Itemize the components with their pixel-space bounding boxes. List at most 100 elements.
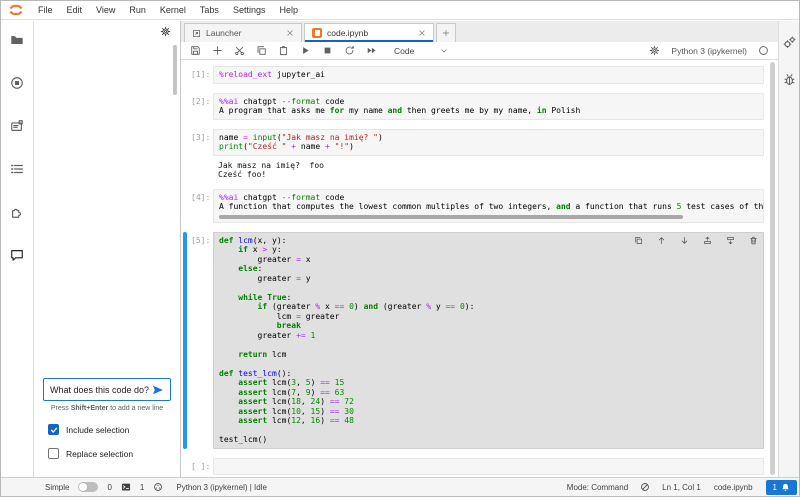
cell-collapser <box>183 458 187 476</box>
cut-cells-button[interactable] <box>234 45 245 56</box>
insert-below-icon[interactable] <box>726 236 735 245</box>
cell-editor[interactable]: %%ai chatgpt --format code A function tha… <box>213 188 764 223</box>
notebook-settings-gear-icon[interactable] <box>649 45 660 56</box>
copy-cells-button[interactable] <box>256 45 267 56</box>
cell-type-value: Code <box>394 45 415 56</box>
chat-panel-scrollbar[interactable] <box>173 45 177 95</box>
cell-editor[interactable]: %%ai chatgpt --format code A program that… <box>213 92 764 120</box>
chat-input-value: What does this code do? <box>50 384 150 395</box>
cell-collapser <box>183 66 187 84</box>
cell-collapser <box>183 189 187 223</box>
trust-icon <box>640 482 650 492</box>
menu-view[interactable]: View <box>89 1 122 19</box>
cell-editor[interactable] <box>213 457 764 475</box>
new-tab-button[interactable] <box>436 23 456 42</box>
chat-option-label: Include selection <box>66 424 130 435</box>
property-inspector-icon[interactable] <box>783 36 796 49</box>
kernel-status-text[interactable]: Python 3 (ipykernel) | Idle <box>176 483 267 492</box>
sidebar-item-file-browser[interactable] <box>1 31 33 49</box>
save-button[interactable] <box>190 45 201 56</box>
tab-label: Launcher <box>206 28 242 38</box>
menu-settings[interactable]: Settings <box>226 1 273 19</box>
kernel-status-icon[interactable] <box>758 45 769 56</box>
right-sidebar <box>778 21 799 477</box>
tab-code-ipynb[interactable]: code.ipynb <box>304 23 434 42</box>
cell-prompt: [5]: <box>191 235 211 245</box>
chat-option-include-selection[interactable]: Include selection <box>48 424 171 435</box>
stop-circle-icon <box>10 76 24 90</box>
cell-collapser <box>183 231 187 449</box>
notebook-cell: [ ]: <box>183 457 764 476</box>
cell-editor[interactable]: %reload_ext jupyter_ai <box>213 66 764 84</box>
puzzle-icon <box>10 205 24 219</box>
main-dock: Launcher code.ipynb Code Python 3 (ipyker… <box>181 21 778 477</box>
chat-input[interactable]: What does this code do? <box>43 378 171 401</box>
activity-bar <box>1 21 34 477</box>
cell-prompt: [2]: <box>191 96 211 106</box>
notifications-badge[interactable]: 1 <box>765 479 797 495</box>
add-icon <box>442 29 450 37</box>
menu-kernel[interactable]: Kernel <box>153 1 193 19</box>
cell-editor[interactable]: name = input("Jak masz na imię? ") print(… <box>213 128 764 156</box>
move-down-icon[interactable] <box>680 236 689 245</box>
chat-option-replace-selection[interactable]: Replace selection <box>48 448 171 459</box>
sidebar-item-table-of-contents[interactable] <box>1 160 33 178</box>
menu-help[interactable]: Help <box>272 1 305 19</box>
chat-hint: Press Shift+Enter to add a new line <box>50 405 164 412</box>
move-up-icon[interactable] <box>657 236 666 245</box>
restart-kernel-button[interactable] <box>344 45 355 56</box>
duplicate-icon[interactable] <box>634 236 643 245</box>
sidebar-item-ai-chat[interactable] <box>1 246 33 264</box>
paste-cells-button[interactable] <box>278 45 289 56</box>
cell-type-dropdown[interactable]: Code <box>394 46 448 56</box>
chat-settings-gear-icon[interactable] <box>160 26 171 37</box>
checkbox-unchecked-icon[interactable] <box>48 448 59 459</box>
cell-prompt: [ ]: <box>191 461 211 471</box>
cursor-position[interactable]: Ln 1, Col 1 <box>662 483 701 492</box>
restart-run-all-button[interactable] <box>366 45 377 56</box>
close-icon[interactable] <box>418 29 426 37</box>
cell-editor[interactable]: def lcm(x, y): if x > y: greater = x els… <box>213 231 764 449</box>
notebook-cell: [5]: def lcm(x, y): if x > y: greater = x… <box>183 231 764 449</box>
simple-mode-label: Simple <box>45 482 70 492</box>
tab-launcher[interactable]: Launcher <box>184 23 302 42</box>
simple-mode-toggle[interactable] <box>78 482 99 492</box>
menu-file[interactable]: File <box>31 1 60 19</box>
cell-hscrollbar[interactable] <box>219 214 683 219</box>
notebook-cell: [3]: name = input("Jak masz na imię? ") pr… <box>183 128 764 180</box>
kernel-name[interactable]: Python 3 (ipykernel) <box>671 46 747 56</box>
kernel-icon[interactable] <box>153 482 163 492</box>
sidebar-item-extension-manager[interactable] <box>1 203 33 221</box>
notebook-cell: [2]: %%ai chatgpt --format code A program … <box>183 92 764 120</box>
tab-label: code.ipynb <box>327 28 369 38</box>
interrupt-kernel-button[interactable] <box>322 45 333 56</box>
insert-cell-button[interactable] <box>212 45 223 56</box>
debugger-icon[interactable] <box>783 73 796 86</box>
chat-icon <box>10 248 24 262</box>
menu-bar: File Edit View Run Kernel Tabs Settings Help <box>1 1 799 20</box>
sidebar-item-property-inspector[interactable] <box>1 117 33 135</box>
cell-output: Jak masz na imię? foo Cześć foo! <box>218 160 324 180</box>
kernels-count[interactable]: 1 <box>140 483 144 492</box>
close-icon[interactable] <box>286 29 294 37</box>
menu-run[interactable]: Run <box>122 1 153 19</box>
terminals-count[interactable]: 0 <box>107 483 111 492</box>
chevron-down-icon <box>440 47 448 55</box>
chat-option-label: Replace selection <box>66 448 134 459</box>
delete-icon[interactable] <box>749 236 758 245</box>
notebook-content: [1]: %reload_ext jupyter_ai [2]: %%ai chatg… <box>181 60 778 477</box>
terminal-icon[interactable] <box>121 482 131 492</box>
checkbox-checked-icon[interactable] <box>48 424 59 435</box>
insert-above-icon[interactable] <box>703 236 712 245</box>
notebook-scrollbar[interactable] <box>770 62 775 475</box>
notebook-toolbar: Code Python 3 (ipykernel) <box>181 42 778 60</box>
sidebar-item-running-kernels[interactable] <box>1 74 33 92</box>
card-icon <box>10 119 24 133</box>
main-menus: File Edit View Run Kernel Tabs Settings Help <box>31 1 305 19</box>
run-button[interactable] <box>300 45 311 56</box>
send-icon[interactable] <box>152 385 164 395</box>
cell-toolbar <box>634 236 758 245</box>
cell-prompt: [4]: <box>191 192 211 202</box>
menu-edit[interactable]: Edit <box>60 1 90 19</box>
menu-tabs[interactable]: Tabs <box>193 1 226 19</box>
